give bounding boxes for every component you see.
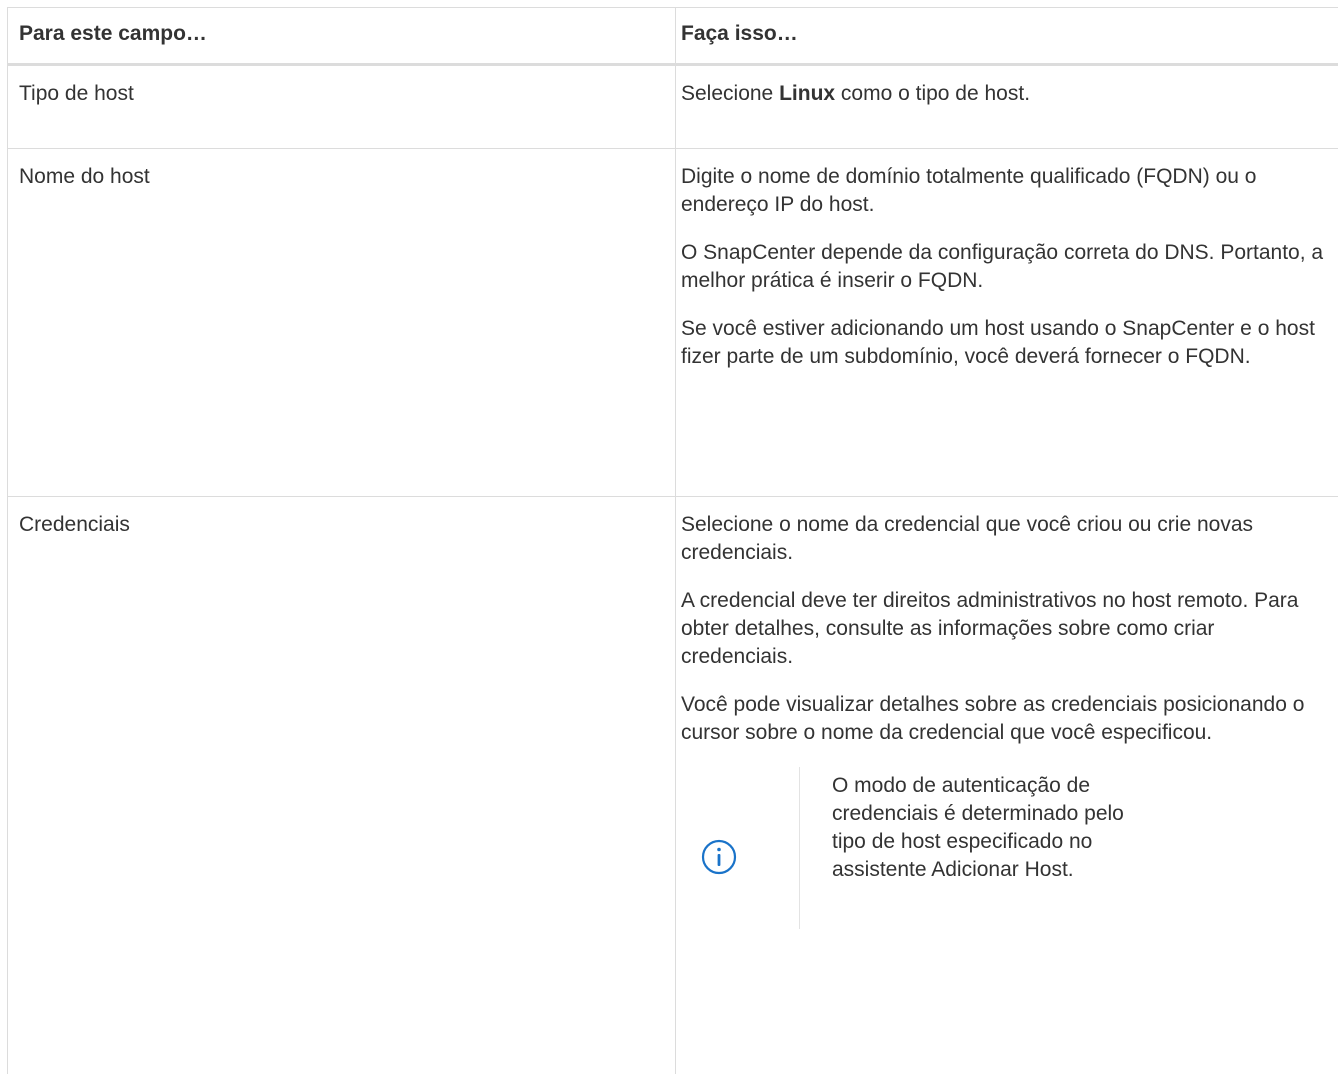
- header-field: Para este campo…: [19, 22, 207, 45]
- field-action: Digite o nome de domínio totalmente qual…: [681, 163, 1331, 371]
- info-icon: [701, 839, 737, 875]
- paragraph: O SnapCenter depende da configuração cor…: [681, 241, 1324, 292]
- action-suffix: como o tipo de host.: [835, 82, 1031, 105]
- field-name: Tipo de host: [19, 82, 134, 105]
- header-action: Faça isso…: [681, 22, 798, 45]
- field-action: Selecione Linux como o tipo de host.: [681, 80, 1331, 108]
- table-row: Tipo de host Selecione Linux como o tipo…: [8, 66, 1338, 149]
- field-action: Selecione o nome da credencial que você …: [681, 511, 1331, 959]
- field-name: Credenciais: [19, 513, 130, 536]
- paragraph: Se você estiver adicionando um host usan…: [681, 317, 1315, 368]
- table-header-row: Para este campo… Faça isso…: [8, 7, 1338, 66]
- action-prefix: Selecione: [681, 82, 780, 105]
- note-text: O modo de autenticação de credenciais é …: [832, 774, 1124, 881]
- field-instructions-table: Para este campo… Faça isso… Tipo de host…: [7, 7, 1338, 1074]
- note-callout: O modo de autenticação de credenciais é …: [681, 767, 1331, 959]
- paragraph: A credencial deve ter direitos administr…: [681, 589, 1299, 668]
- table-row: Nome do host Digite o nome de domínio to…: [8, 149, 1338, 497]
- paragraph: Selecione o nome da credencial que você …: [681, 513, 1254, 564]
- paragraph: Você pode visualizar detalhes sobre as c…: [681, 693, 1305, 744]
- table-row: Credenciais Selecione o nome da credenci…: [8, 497, 1338, 1074]
- paragraph: Digite o nome de domínio totalmente qual…: [681, 165, 1257, 216]
- action-bold: Linux: [779, 82, 836, 105]
- note-divider: [799, 767, 800, 929]
- field-name: Nome do host: [19, 165, 150, 188]
